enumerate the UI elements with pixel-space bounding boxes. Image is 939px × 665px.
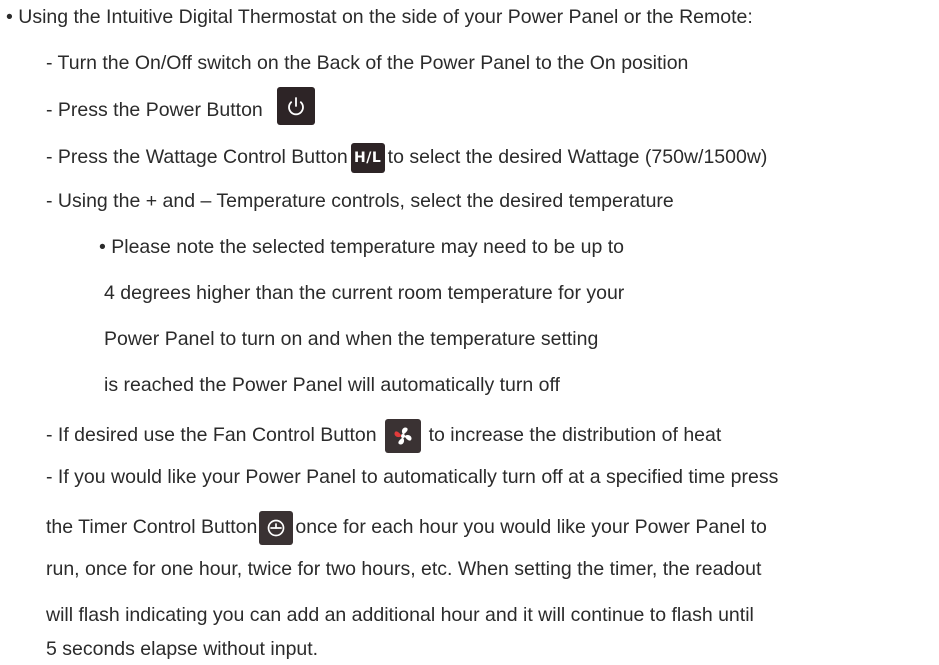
step-wattage-text: - Press the Wattage Control Button: [46, 146, 348, 169]
step-switch: - Turn the On/Off switch on the Back of …: [46, 52, 689, 74]
step-temperature: - Using the + and – Temperature controls…: [46, 190, 674, 212]
timer-line-5: 5 seconds elapse without input.: [46, 638, 319, 660]
step-fan-text-after: to increase the distribution of heat: [428, 424, 722, 447]
timer-line-1: - If you would like your Power Panel to …: [46, 466, 779, 488]
step-power: - Press the Power Button: [46, 87, 315, 125]
timer-line-2: the Timer Control Button once for each ho…: [46, 511, 767, 545]
step-wattage: - Press the Wattage Control Button H/L to …: [46, 143, 767, 173]
timer-line-2-text-after: once for each hour you would like your P…: [295, 516, 767, 539]
step-wattage-text-after: to select the desired Wattage (750w/1500…: [387, 146, 768, 169]
timer-line-4: will flash indicating you can add an add…: [46, 604, 754, 626]
fan-icon: [384, 419, 421, 453]
step-fan-text: - If desired use the Fan Control Button: [46, 424, 377, 447]
timer-icon: [259, 511, 294, 545]
note-line-1: • Please note the selected temperature m…: [99, 236, 624, 258]
note-line-4: is reached the Power Panel will automati…: [104, 374, 560, 396]
note-line-3: Power Panel to turn on and when the temp…: [104, 328, 599, 350]
intro-line: • Using the Intuitive Digital Thermostat…: [6, 6, 753, 28]
timer-line-3: run, once for one hour, twice for two ho…: [46, 558, 762, 580]
wattage-hl-icon: H/L: [350, 143, 385, 173]
step-fan: - If desired use the Fan Control Button t…: [46, 419, 721, 453]
instructions-document: • Using the Intuitive Digital Thermostat…: [0, 0, 939, 665]
note-line-2: 4 degrees higher than the current room t…: [104, 282, 625, 304]
timer-line-2-text: the Timer Control Button: [46, 516, 258, 539]
step-power-text: - Press the Power Button: [46, 99, 263, 122]
power-icon: [276, 87, 315, 125]
